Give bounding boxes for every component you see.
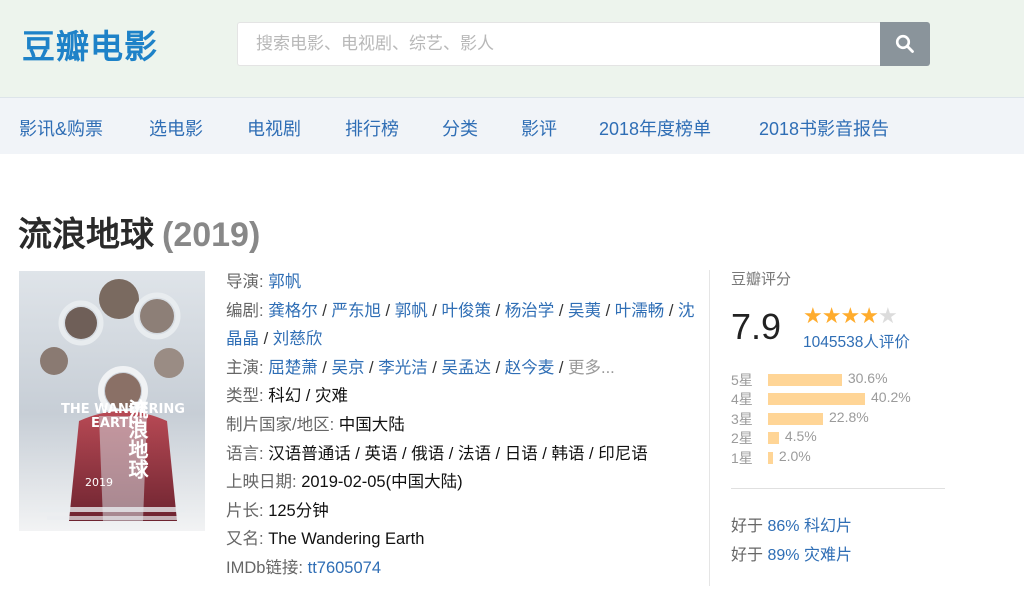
search-button[interactable] bbox=[880, 22, 930, 66]
writer-link[interactable]: 刘慈欣 bbox=[273, 330, 323, 348]
movie-title: 流浪地球 bbox=[18, 216, 154, 254]
writer-link[interactable]: 叶俊策 bbox=[441, 302, 491, 320]
rating-distribution: 5星 30.6% 4星 40.2% 3星 22.8% 2星 4.5% 1星 2.0% bbox=[731, 370, 945, 467]
actor-link[interactable]: 赵今麦 bbox=[505, 359, 555, 377]
nav-item-reviews[interactable]: 影评 bbox=[521, 115, 557, 141]
writer-link[interactable]: 龚格尔 bbox=[268, 302, 318, 320]
star-icon: ★ bbox=[859, 303, 879, 328]
main-nav: 影讯&购票 选电影 电视剧 排行榜 分类 影评 2018年度榜单 2018书影音… bbox=[0, 97, 1024, 154]
horizontal-divider bbox=[731, 488, 945, 489]
distribution-bar bbox=[768, 451, 773, 464]
vertical-divider bbox=[709, 270, 710, 586]
country-value: 中国大陆 bbox=[338, 415, 405, 434]
info-aka: 又名: The Wandering Earth bbox=[226, 530, 425, 549]
writer-link[interactable]: 杨治学 bbox=[505, 302, 555, 320]
distribution-bar bbox=[768, 374, 842, 386]
movie-year: (2019) bbox=[162, 216, 261, 254]
distribution-bar bbox=[768, 412, 823, 425]
rating-score: 7.9 bbox=[731, 306, 782, 347]
info-language: 语言: 汉语普通话 / 英语 / 俄语 / 法语 / 日语 / 韩语 / 印尼语 bbox=[226, 444, 648, 463]
info-director: 导演: 郭帆 bbox=[226, 273, 302, 291]
search-input[interactable] bbox=[237, 22, 880, 66]
nav-item-2018-report[interactable]: 2018书影音报告 bbox=[759, 115, 889, 141]
douban-movie-logo[interactable]: 豆瓣电影 bbox=[22, 20, 158, 68]
info-country: 制片国家/地区: 中国大陆 bbox=[226, 415, 405, 434]
better-than-scifi: 好于 86% 科幻片 bbox=[731, 518, 852, 535]
info-runtime: 片长: 125分钟 bbox=[226, 501, 329, 520]
distribution-percent: 2.0% bbox=[778, 447, 811, 464]
distribution-row: 4星 40.2% bbox=[731, 389, 945, 408]
distribution-row: 5星 30.6% bbox=[731, 370, 945, 389]
nav-item-2018-annual[interactable]: 2018年度榜单 bbox=[599, 115, 711, 141]
distribution-bar bbox=[768, 432, 779, 445]
search-box bbox=[237, 22, 930, 66]
distribution-percent: 40.2% bbox=[871, 389, 911, 406]
director-link[interactable]: 郭帆 bbox=[268, 273, 301, 291]
writer-link[interactable]: 郭帆 bbox=[395, 302, 428, 320]
aka-value: The Wandering Earth bbox=[268, 530, 425, 549]
info-writers: 编剧: 龚格尔 / 严东旭 / 郭帆 / 叶俊策 / 杨治学 / 吴荑 / 叶濡… bbox=[226, 301, 695, 349]
runtime-value: 125分钟 bbox=[268, 501, 329, 520]
nav-item-tv[interactable]: 电视剧 bbox=[247, 115, 301, 141]
distribution-percent: 30.6% bbox=[847, 370, 888, 386]
better-than-disaster-link[interactable]: 89% 灾难片 bbox=[767, 547, 851, 564]
distribution-bar bbox=[768, 393, 865, 406]
actor-link[interactable]: 李光洁 bbox=[378, 359, 428, 377]
distribution-star-label: 3星 bbox=[731, 410, 753, 427]
star-icon: ★ bbox=[821, 303, 842, 328]
star-empty-icon: ★ bbox=[877, 303, 898, 328]
rating-label: 豆瓣评分 bbox=[731, 271, 792, 288]
distribution-percent: 4.5% bbox=[784, 428, 817, 445]
writer-link[interactable]: 叶濡畅 bbox=[615, 302, 665, 320]
language-value: 汉语普通话 / 英语 / 俄语 / 法语 / 日语 / 韩语 / 印尼语 bbox=[268, 444, 648, 463]
writer-link[interactable]: 吴荑 bbox=[568, 302, 601, 320]
top-bar: 豆瓣电影 bbox=[0, 0, 1024, 97]
star-icon: ★ bbox=[803, 303, 823, 328]
poster-title-en-1: THE WANDERING bbox=[61, 402, 185, 417]
info-release: 上映日期: 2019-02-05(中国大陆) bbox=[226, 473, 463, 492]
star-icon: ★ bbox=[840, 303, 860, 328]
actor-link[interactable]: 吴孟达 bbox=[441, 359, 491, 377]
genre-value: 科幻 / 灾难 bbox=[268, 387, 348, 406]
better-than-disaster: 好于 89% 灾难片 bbox=[731, 547, 852, 564]
page-title: 流浪地球 (2019) bbox=[18, 207, 260, 256]
search-icon bbox=[895, 34, 914, 53]
distribution-percent: 22.8% bbox=[829, 408, 869, 425]
movie-poster[interactable]: THE WANDERING EARTH 流浪地球 2019 bbox=[19, 271, 205, 531]
nav-item-showtimes[interactable]: 影讯&购票 bbox=[19, 115, 103, 141]
rating-panel: 豆瓣评分 7.9 ★★★★★ 1045538人评价 5星 30.6% 4星 40.2%… bbox=[731, 268, 945, 564]
distribution-row: 2星 4.5% bbox=[731, 428, 945, 447]
actor-link[interactable]: 屈楚萧 bbox=[268, 359, 318, 377]
distribution-row: 3星 22.8% bbox=[731, 409, 945, 428]
nav-item-charts[interactable]: 排行榜 bbox=[345, 115, 399, 141]
writer-link[interactable]: 严东旭 bbox=[331, 302, 381, 320]
nav-item-categories[interactable]: 分类 bbox=[442, 115, 478, 141]
nav-item-explore-movies[interactable]: 选电影 bbox=[149, 115, 203, 141]
distribution-star-label: 4星 bbox=[731, 391, 753, 408]
info-imdb: IMDb链接: tt7605074 bbox=[226, 558, 382, 577]
movie-info: 导演: 郭帆 编剧: 龚格尔 / 严东旭 / 郭帆 / 叶俊策 / 杨治学 / … bbox=[226, 268, 696, 583]
rating-stars: ★★★★★ bbox=[803, 303, 898, 329]
vote-count-link[interactable]: 1045538人评价 bbox=[803, 330, 910, 352]
poster-title-cn: 流浪地球 bbox=[125, 398, 149, 479]
poster-date: 2019 bbox=[85, 476, 113, 489]
cast-more-link[interactable]: 更多... bbox=[568, 359, 615, 377]
better-than-scifi-link[interactable]: 86% 科幻片 bbox=[767, 518, 851, 535]
release-value: 2019-02-05(中国大陆) bbox=[301, 473, 463, 492]
actor-link[interactable]: 吴京 bbox=[331, 359, 364, 377]
poster-artwork: THE WANDERING EARTH 流浪地球 2019 bbox=[19, 271, 205, 531]
info-genre: 类型: 科幻 / 灾难 bbox=[226, 387, 348, 406]
distribution-star-label: 1星 bbox=[731, 449, 753, 466]
imdb-link[interactable]: tt7605074 bbox=[308, 559, 381, 577]
info-cast: 主演: 屈楚萧 / 吴京 / 李光洁 / 吴孟达 / 赵今麦 / 更多... bbox=[226, 358, 615, 377]
distribution-row: 1星 2.0% bbox=[731, 448, 945, 467]
distribution-star-label: 5星 bbox=[731, 372, 753, 388]
distribution-star-label: 2星 bbox=[731, 430, 753, 447]
